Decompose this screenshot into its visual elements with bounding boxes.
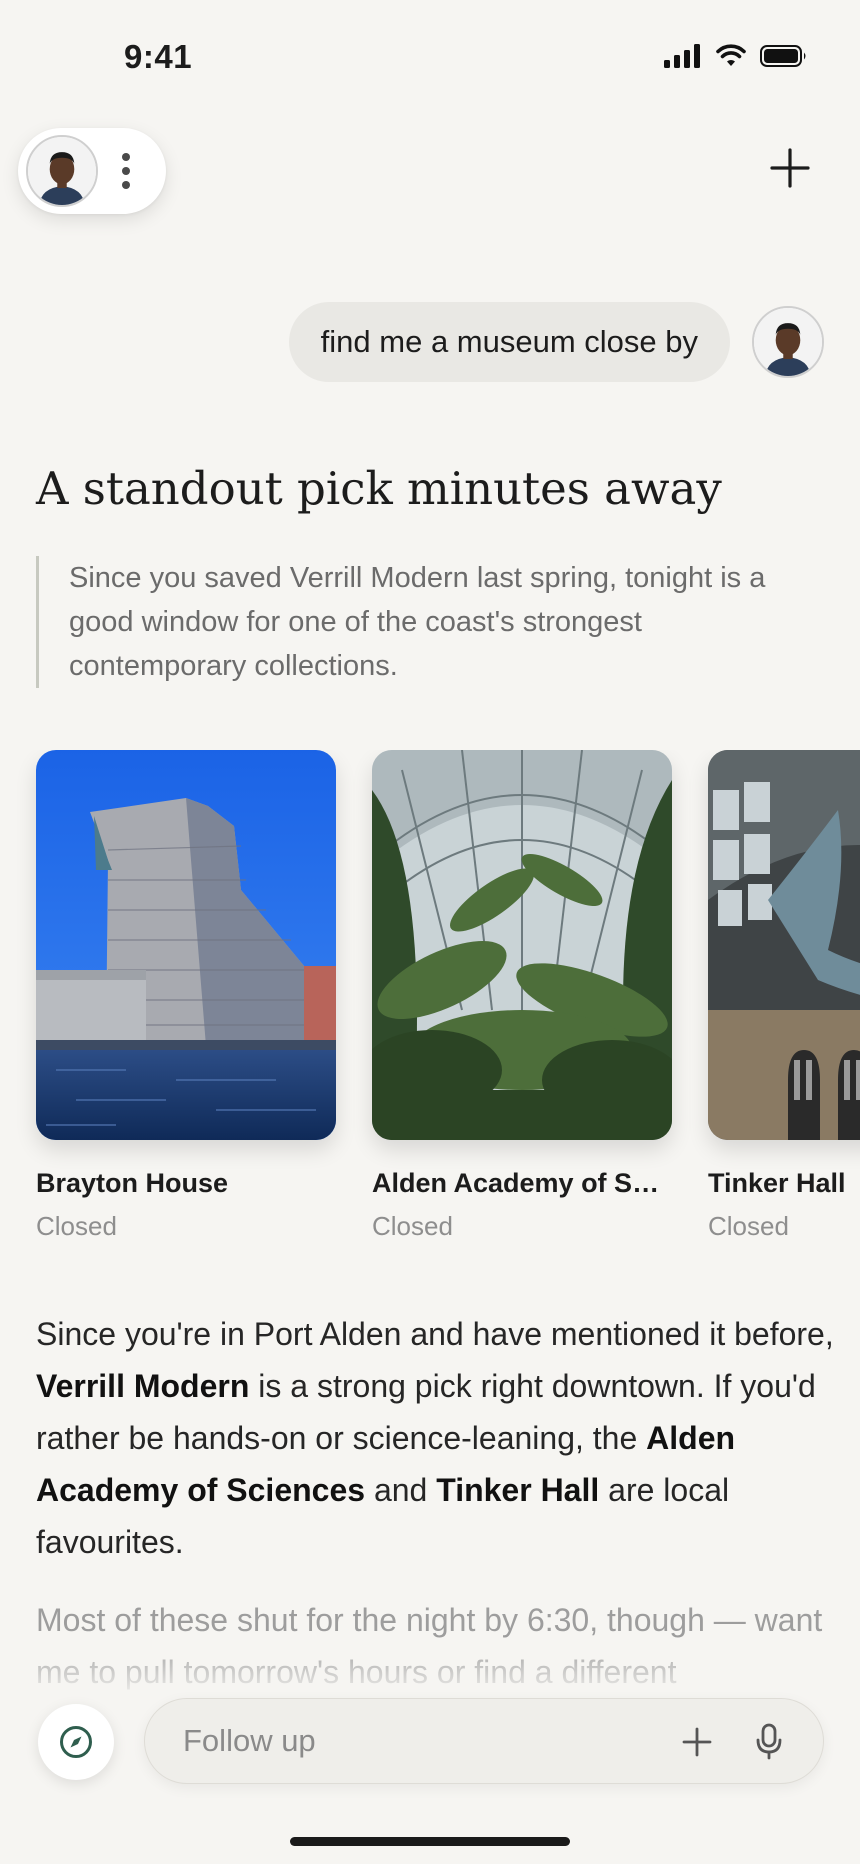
home-indicator (290, 1837, 570, 1846)
highlight-verrill-modern: Verrill Modern (36, 1368, 250, 1404)
museum-carousel[interactable]: Brayton House Closed Alden Academy of Sc… (0, 750, 860, 1250)
wifi-icon (716, 44, 746, 66)
attach-plus-icon[interactable] (681, 1726, 713, 1758)
explore-button[interactable] (38, 1704, 114, 1780)
museum-card-status: Closed (36, 1211, 117, 1241)
highlight-tinker-hall: Tinker Hall (436, 1472, 600, 1508)
conservatory-photo (372, 750, 672, 1140)
context-quote: Since you saved Verrill Modern last spri… (36, 556, 826, 688)
user-avatar-icon (754, 308, 822, 376)
user-avatar (752, 306, 824, 378)
new-chat-plus-icon[interactable] (770, 148, 810, 188)
profile-avatar-icon (28, 137, 96, 205)
museum-photo (372, 750, 672, 1140)
museum-card-alden-academy[interactable]: Alden Academy of Sciences Closed (372, 750, 672, 1242)
microphone-icon[interactable] (755, 1723, 783, 1761)
follow-up-input[interactable] (183, 1723, 623, 1759)
battery-icon (760, 45, 806, 67)
avatar (26, 135, 98, 207)
body-text-segment: and (365, 1472, 437, 1508)
museum-card-title: Tinker Hall (708, 1168, 846, 1198)
museum-card-status: Closed (372, 1211, 453, 1241)
status-icons (664, 44, 808, 68)
profile-menu-button[interactable] (18, 128, 166, 214)
museum-card-title: Alden Academy of Sciences (372, 1168, 672, 1198)
body-text-segment: Since you're in Port Alden and have ment… (36, 1316, 834, 1352)
response-headline: A standout pick minutes away (36, 462, 722, 515)
museum-photo (36, 750, 336, 1140)
museum-photo (708, 750, 860, 1140)
museum-card-tinker-hall[interactable]: Tinker Hall Closed (708, 750, 860, 1242)
museum-card-status: Closed (708, 1211, 789, 1241)
response-body: Since you're in Port Alden and have ment… (36, 1308, 836, 1568)
more-vertical-icon (122, 153, 130, 189)
cellular-signal-icon (664, 44, 700, 68)
museum-card-title: Brayton House (36, 1168, 229, 1198)
compass-icon (60, 1726, 92, 1758)
hall-interior-photo (708, 750, 860, 1140)
status-bar: 9:41 (0, 0, 860, 110)
museum-card-brayton-house[interactable]: Brayton House Closed (36, 750, 336, 1242)
follow-up-composer[interactable] (144, 1698, 824, 1784)
status-time: 9:41 (124, 38, 193, 75)
user-message-bubble: find me a museum close by (288, 302, 730, 382)
modern-building-photo (36, 750, 336, 1140)
